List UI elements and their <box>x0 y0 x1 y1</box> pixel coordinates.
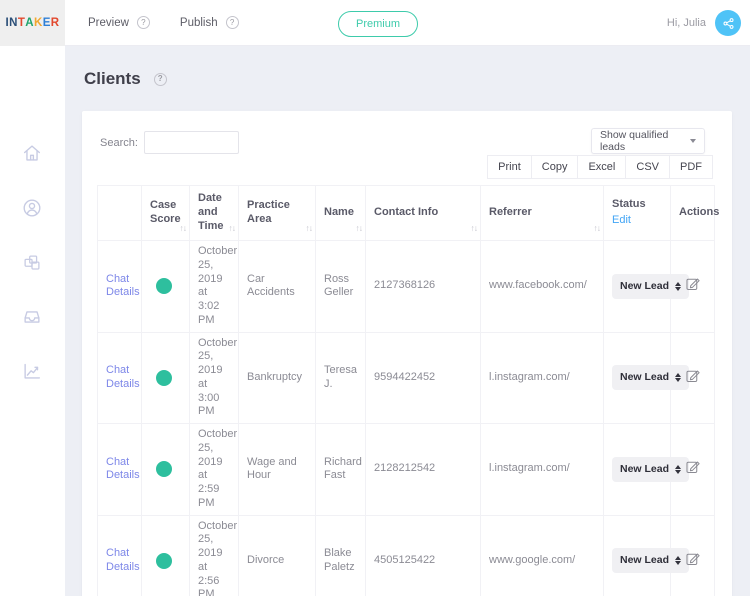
cell-contact: 2127368126 <box>365 240 481 333</box>
col-chat <box>97 185 142 241</box>
select-arrows-icon <box>675 281 682 291</box>
cell-referrer: l.instagram.com/ <box>480 331 604 424</box>
share-icon <box>722 17 734 29</box>
edit-note-icon[interactable] <box>684 458 701 480</box>
export-buttons: Print Copy Excel CSV PDF <box>487 155 713 179</box>
col-status: Status Edit <box>603 185 671 241</box>
case-score-dot <box>156 461 172 478</box>
chat-details-link[interactable]: Chat Details <box>106 273 140 299</box>
cell-datetime: October 25, 2019 at 3:02 PM <box>189 240 239 333</box>
preview-label[interactable]: Preview <box>88 17 129 29</box>
clients-icon[interactable] <box>21 197 43 219</box>
status-select[interactable]: New Lead <box>612 365 690 391</box>
copy-button[interactable]: Copy <box>530 155 579 179</box>
excel-button[interactable]: Excel <box>577 155 627 179</box>
sort-icon[interactable]: ↑↓ <box>471 223 478 234</box>
case-score-dot <box>156 278 172 295</box>
col-referrer[interactable]: Referrer ↑↓ <box>480 185 604 241</box>
status-select[interactable]: New Lead <box>612 548 690 574</box>
cell-practice-area: Car Accidents <box>238 240 316 333</box>
cell-practice-area: Divorce <box>238 514 316 596</box>
user-greeting: Hi, Julia <box>666 17 706 29</box>
home-icon[interactable] <box>21 142 43 164</box>
case-score-dot <box>156 369 172 386</box>
edit-note-icon[interactable] <box>684 275 701 297</box>
col-case-score[interactable]: Case Score ↑↓ <box>141 185 190 241</box>
chat-details-link[interactable]: Chat Details <box>106 547 140 573</box>
preview-help-icon[interactable]: ? <box>136 16 150 29</box>
search-label: Search: <box>100 136 138 149</box>
qualified-leads-dropdown-label: Show qualified leads <box>600 129 669 153</box>
edit-note-icon[interactable] <box>684 367 701 389</box>
app-window: INTAKER Preview ? Publish ? Premium Hi, … <box>0 0 750 596</box>
cell-datetime: October 25, 2019 at 3:00 PM <box>189 331 239 424</box>
chevron-down-icon <box>690 139 696 143</box>
sort-icon[interactable]: ↑↓ <box>356 223 363 234</box>
sort-icon[interactable]: ↑↓ <box>180 223 187 234</box>
inbox-icon[interactable] <box>21 306 43 328</box>
sidebar <box>0 46 65 596</box>
cell-practice-area: Wage and Hour <box>238 423 316 516</box>
top-header: INTAKER Preview ? Publish ? Premium Hi, … <box>0 0 750 46</box>
table-row: Chat Details October 25, 2019 at 3:00 PM… <box>97 331 715 424</box>
csv-button[interactable]: CSV <box>625 155 670 179</box>
cell-contact: 9594422452 <box>365 331 481 424</box>
cell-contact: 4505125422 <box>365 514 481 596</box>
cell-name: Teresa J. <box>315 331 366 424</box>
col-actions: Actions <box>670 185 719 241</box>
table-header-row: Case Score ↑↓ Date and Time ↑↓ Practice Ar… <box>97 185 719 241</box>
nav-preview[interactable]: Preview ? <box>88 16 150 29</box>
status-select[interactable]: New Lead <box>612 273 690 299</box>
publish-label[interactable]: Publish <box>180 17 218 29</box>
status-edit-link[interactable]: Edit <box>612 214 662 228</box>
cell-referrer: www.google.com/ <box>480 514 604 596</box>
col-contact-info[interactable]: Contact Info ↑↓ <box>365 185 481 241</box>
cell-referrer: www.facebook.com/ <box>480 240 604 333</box>
select-arrows-icon <box>675 556 682 566</box>
sort-icon[interactable]: ↑↓ <box>306 223 313 234</box>
sort-icon[interactable]: ↑↓ <box>229 223 236 234</box>
chat-details-link[interactable]: Chat Details <box>106 456 140 482</box>
page-title: Clients ? <box>84 69 167 89</box>
select-arrows-icon <box>675 464 682 474</box>
cell-practice-area: Bankruptcy <box>238 331 316 424</box>
search-row: Search: <box>100 131 239 154</box>
table-row: Chat Details October 25, 2019 at 2:56 PM… <box>97 514 715 596</box>
col-date-time[interactable]: Date and Time ↑↓ <box>189 185 239 241</box>
premium-button[interactable]: Premium <box>338 11 419 37</box>
publish-help-icon[interactable]: ? <box>225 16 239 29</box>
table-row: Chat Details October 25, 2019 at 2:59 PM… <box>97 423 715 516</box>
status-select[interactable]: New Lead <box>612 456 690 482</box>
page-title-text: Clients <box>84 69 141 88</box>
clients-table: Case Score ↑↓ Date and Time ↑↓ Practice Ar… <box>97 185 719 596</box>
cell-name: Richard Fast <box>315 423 366 516</box>
cell-datetime: October 25, 2019 at 2:56 PM <box>189 514 239 596</box>
nav-publish[interactable]: Publish ? <box>180 16 239 29</box>
col-name[interactable]: Name ↑↓ <box>315 185 366 241</box>
chat-details-link[interactable]: Chat Details <box>106 364 140 390</box>
print-button[interactable]: Print <box>487 155 532 179</box>
avatar[interactable] <box>715 10 741 36</box>
cell-referrer: l.instagram.com/ <box>480 423 604 516</box>
sort-icon[interactable]: ↑↓ <box>594 223 601 234</box>
search-input[interactable] <box>143 131 239 154</box>
cell-name: Blake Paletz <box>315 514 366 596</box>
edit-note-icon[interactable] <box>684 550 701 572</box>
table-row: Chat Details October 25, 2019 at 3:02 PM… <box>97 240 715 333</box>
clients-card: Search: Show qualified leads Print Copy … <box>82 111 732 596</box>
select-arrows-icon <box>675 373 682 383</box>
analytics-icon[interactable] <box>21 360 43 382</box>
pdf-button[interactable]: PDF <box>669 155 713 179</box>
case-score-dot <box>156 552 172 569</box>
cell-name: Ross Geller <box>315 240 366 333</box>
qualified-leads-dropdown[interactable]: Show qualified leads <box>591 128 705 154</box>
clients-help-icon[interactable]: ? <box>153 72 167 86</box>
integrations-icon[interactable] <box>21 252 43 274</box>
intaker-logo[interactable]: INTAKER <box>0 0 65 46</box>
cell-datetime: October 25, 2019 at 2:59 PM <box>189 423 239 516</box>
cell-contact: 2128212542 <box>365 423 481 516</box>
col-practice-area[interactable]: Practice Area ↑↓ <box>238 185 316 241</box>
